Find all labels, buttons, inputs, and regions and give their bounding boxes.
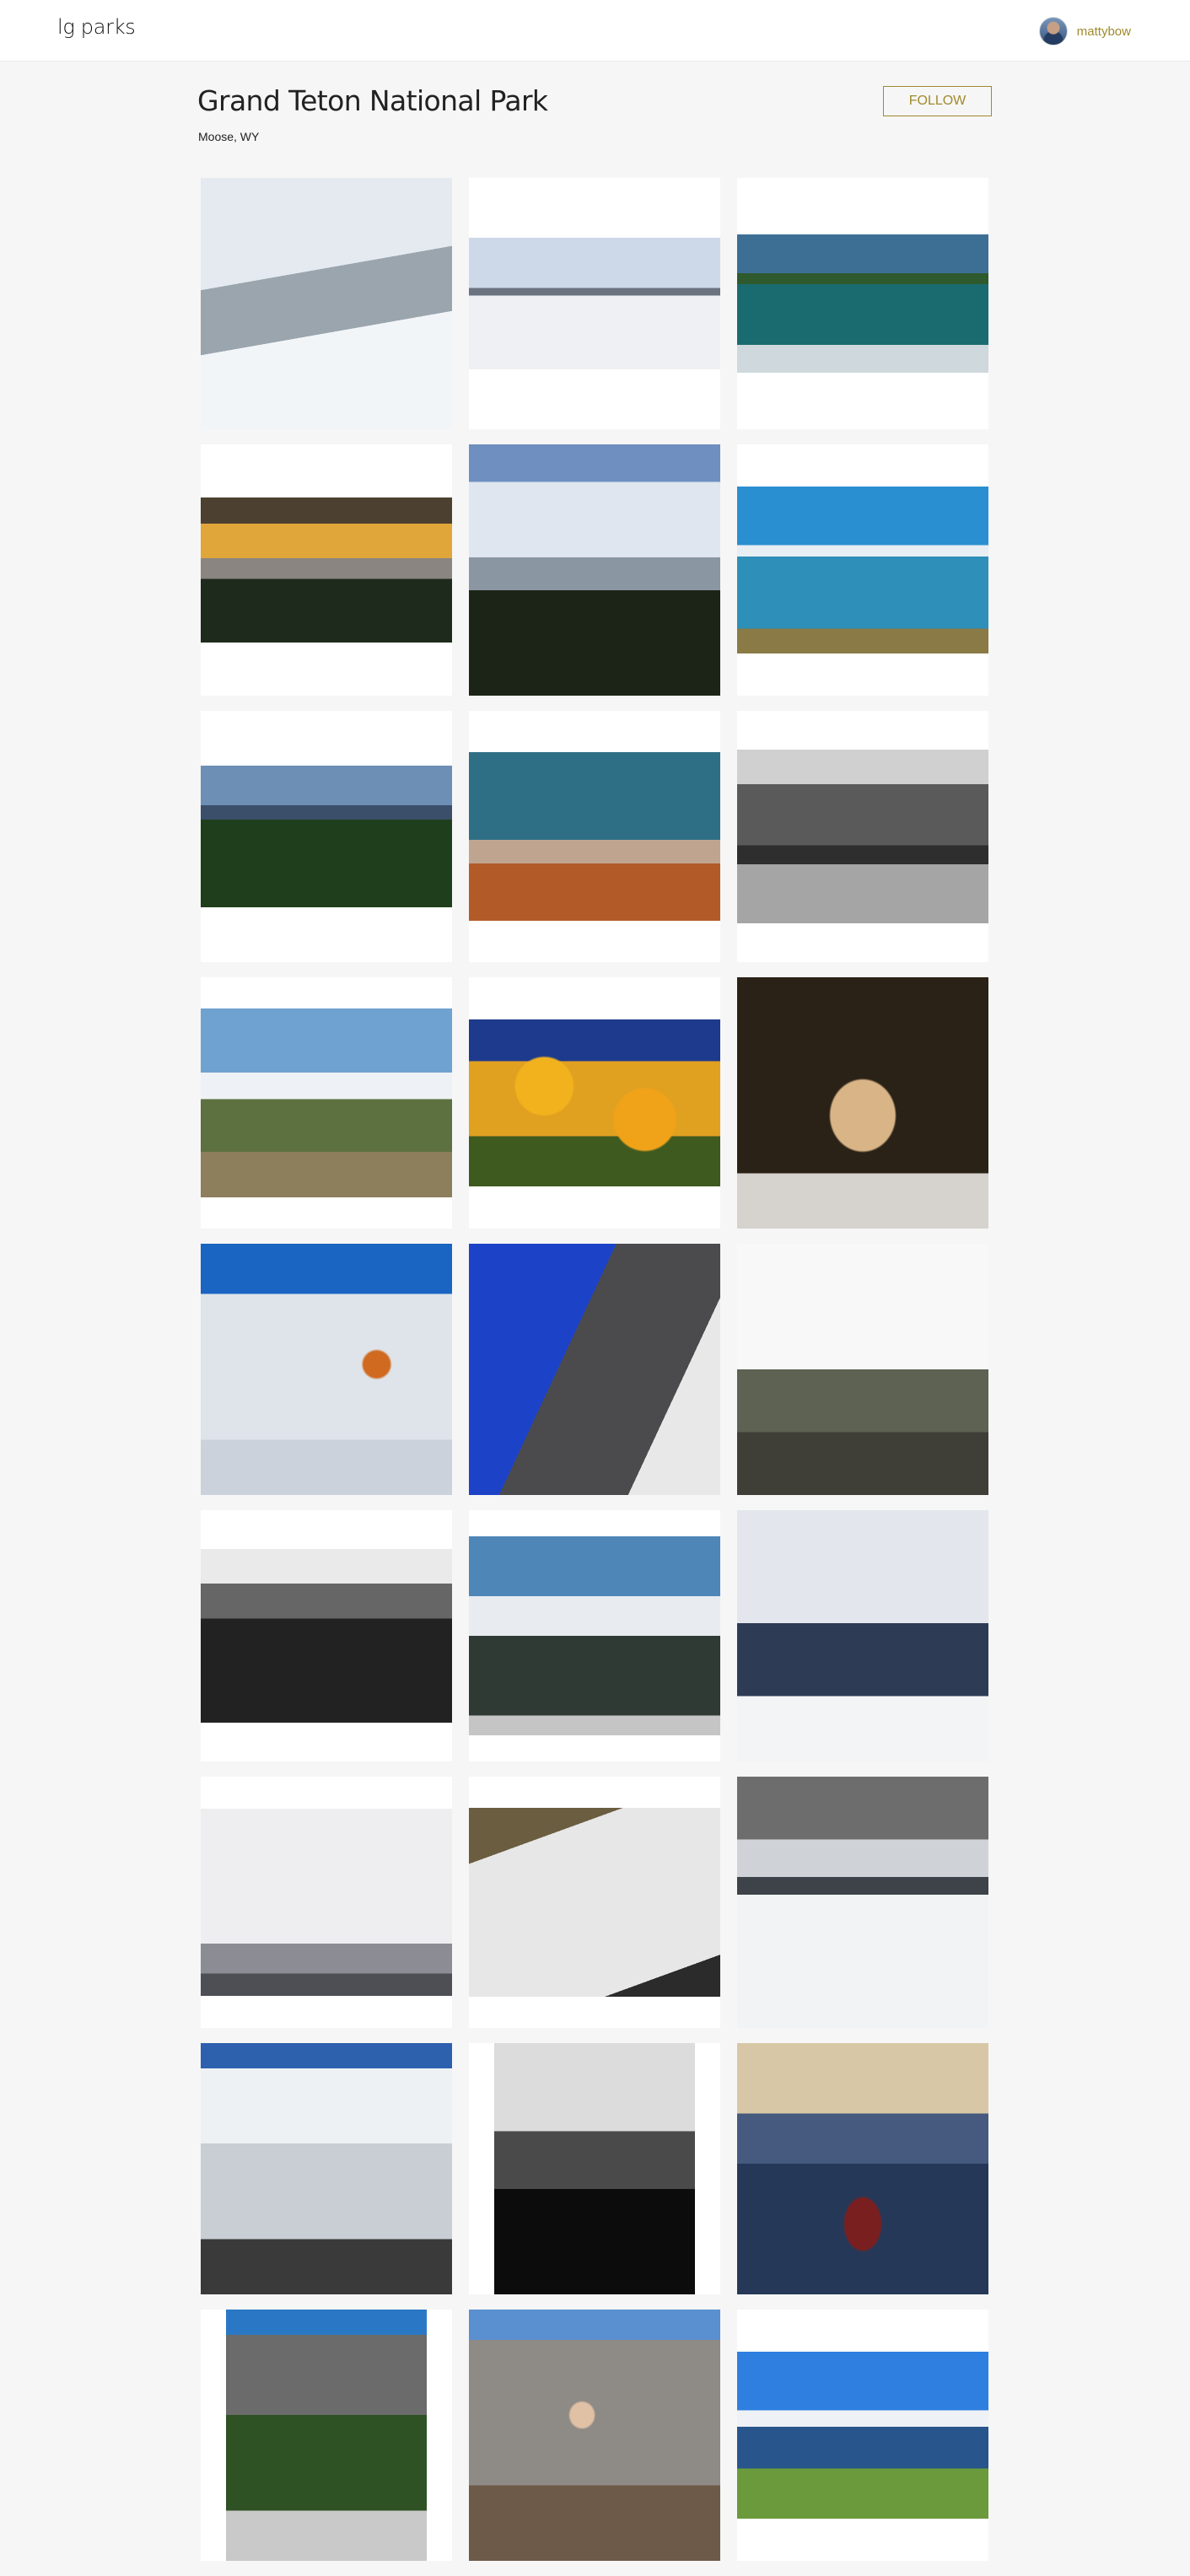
photo-tile[interactable]: [469, 178, 720, 429]
photo: [737, 2043, 988, 2294]
avatar[interactable]: [1038, 17, 1068, 46]
photo: [226, 2310, 427, 2561]
photo: [201, 2043, 452, 2294]
photo-tile[interactable]: [737, 2043, 988, 2294]
user-menu[interactable]: mattybow: [1038, 17, 1131, 46]
photo: [201, 1008, 452, 1197]
photo: [201, 766, 452, 907]
photo-tile[interactable]: [737, 977, 988, 1229]
photo-tile[interactable]: [201, 2043, 452, 2294]
photo: [737, 2352, 988, 2519]
photo: [737, 1244, 988, 1495]
photo: [469, 752, 720, 921]
photo: [737, 234, 988, 373]
photo: [469, 1808, 720, 1997]
photo: [737, 487, 988, 653]
photo-tile[interactable]: [201, 1510, 452, 1761]
site-logo[interactable]: lg parks: [57, 15, 136, 39]
photo: [201, 1549, 452, 1723]
photo: [494, 2043, 695, 2294]
photo-tile[interactable]: [737, 2310, 988, 2561]
photo-tile[interactable]: [201, 977, 452, 1229]
park-location: Moose, WY: [198, 130, 260, 143]
photo-tile[interactable]: [469, 711, 720, 962]
photo-tile[interactable]: [469, 1244, 720, 1495]
photo-tile[interactable]: [737, 178, 988, 429]
photo: [469, 444, 720, 696]
photo: [737, 750, 988, 923]
photo-tile[interactable]: [201, 178, 452, 429]
photo-tile[interactable]: [469, 1777, 720, 2028]
page-title: Grand Teton National Park: [197, 84, 548, 117]
photo: [201, 178, 452, 429]
photo: [201, 497, 452, 643]
photo: [469, 2310, 720, 2561]
photo-tile[interactable]: [201, 444, 452, 696]
photo: [469, 1536, 720, 1735]
photo: [469, 238, 720, 369]
photo-tile[interactable]: [469, 444, 720, 696]
photo-tile[interactable]: [201, 1777, 452, 2028]
photo-tile[interactable]: [737, 444, 988, 696]
photo: [469, 1244, 720, 1495]
follow-button[interactable]: FOLLOW: [883, 86, 992, 116]
photo-tile[interactable]: [737, 711, 988, 962]
photo-tile[interactable]: [469, 2310, 720, 2561]
photo-tile[interactable]: [469, 2043, 720, 2294]
photo: [737, 977, 988, 1229]
photo-tile[interactable]: [201, 2310, 452, 2561]
photo: [737, 1777, 988, 2028]
photo-tile[interactable]: [201, 711, 452, 962]
photo-tile[interactable]: [737, 1510, 988, 1761]
photo: [469, 1019, 720, 1186]
top-bar: lg parks mattybow: [0, 0, 1190, 62]
photo: [201, 1244, 452, 1495]
photo: [737, 1510, 988, 1761]
photo-tile[interactable]: [737, 1777, 988, 2028]
photo-tile[interactable]: [201, 1244, 452, 1495]
photo-tile[interactable]: [469, 977, 720, 1229]
photo-tile[interactable]: [469, 1510, 720, 1761]
photo: [201, 1809, 452, 1996]
username-link[interactable]: mattybow: [1077, 24, 1131, 39]
photo-tile[interactable]: [737, 1244, 988, 1495]
photo-grid: [201, 178, 989, 2561]
